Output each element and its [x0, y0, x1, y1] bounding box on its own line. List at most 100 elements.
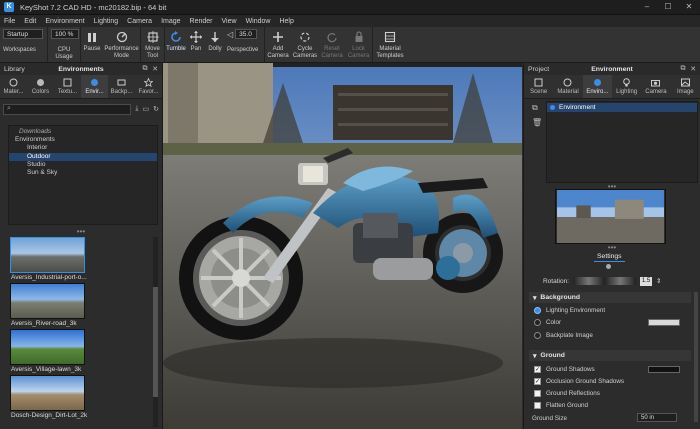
tab-textures[interactable]: Textu...	[54, 75, 81, 98]
tab-favorites[interactable]: Favor...	[135, 75, 162, 98]
close-panel-icon[interactable]: ✕	[152, 65, 158, 73]
trash-icon[interactable]: 🗑	[532, 118, 542, 127]
checkbox-ground-shadows[interactable]: ✓	[534, 365, 541, 373]
duplicate-icon[interactable]: ⧉	[532, 103, 538, 113]
radio-lighting-environment[interactable]	[534, 306, 541, 314]
tab-backplates[interactable]: Backp...	[108, 75, 135, 98]
pause-button[interactable]: Pause	[81, 27, 103, 62]
rotation-stepper-icon[interactable]: ⇕	[656, 277, 661, 285]
cycle-cameras-button[interactable]: Cycle Cameras	[291, 27, 319, 62]
menu-help[interactable]: Help	[279, 18, 293, 25]
cpu-usage-button[interactable]: CPU Usage	[51, 47, 77, 61]
radio-color[interactable]	[534, 318, 541, 326]
add-camera-icon	[271, 30, 285, 44]
tumble-button[interactable]: Tumble	[165, 27, 187, 62]
material-templates-button[interactable]: Material Templates	[373, 27, 407, 62]
tree-item-environments[interactable]: Environments	[9, 136, 157, 144]
import-icon[interactable]: ⤓	[135, 105, 138, 113]
pan-button[interactable]: Pan	[187, 27, 205, 62]
checkbox-occlusion-shadows[interactable]: ✓	[534, 377, 541, 385]
thumbnail-item[interactable]: Dosch-Design_Dirt-Lot_2k	[8, 375, 153, 421]
tab-colors[interactable]: Colors	[27, 75, 54, 98]
maximize-icon[interactable]: ☐	[659, 1, 677, 12]
workspaces-button[interactable]: Workspaces	[3, 47, 36, 54]
menu-render[interactable]: Render	[190, 18, 213, 25]
lighting-environment-option[interactable]: Lighting Environment	[534, 305, 605, 315]
close-icon[interactable]: ✕	[680, 1, 698, 12]
tab-camera[interactable]: Camera	[641, 75, 670, 98]
rotation-slider[interactable]	[573, 277, 636, 285]
thumbnail-item[interactable]: Aversis_River-road_3k	[8, 283, 153, 329]
thumbnail-scrollbar[interactable]	[153, 237, 158, 427]
flatten-ground-option[interactable]: Flatten Ground	[534, 400, 588, 410]
menu-image[interactable]: Image	[161, 18, 180, 25]
tab-scene[interactable]: Scene	[524, 75, 553, 98]
environment-preview[interactable]	[555, 189, 666, 244]
move-tool-button[interactable]: Move Tool	[141, 27, 165, 62]
thumbnail-item[interactable]: Aversis_Industrial-port-o...	[8, 237, 153, 283]
preview-slider-handle[interactable]	[606, 264, 611, 269]
tab-image[interactable]: Image	[671, 75, 700, 98]
project-section-title: Environment	[591, 65, 633, 73]
menu-edit[interactable]: Edit	[24, 18, 36, 25]
close-panel-icon[interactable]: ✕	[690, 65, 696, 73]
perspective-button[interactable]: Perspective	[227, 47, 258, 54]
tab-environment[interactable]: Enviro...	[582, 75, 612, 98]
ground-size-field[interactable]: 50 in	[637, 413, 677, 422]
scrollbar-thumb[interactable]	[153, 287, 158, 397]
reset-camera-button[interactable]: Reset Camera	[319, 27, 345, 62]
folder-icon[interactable]: ▭	[143, 105, 150, 113]
ground-section-header[interactable]: ▾ Ground	[529, 350, 691, 361]
lock-camera-button[interactable]: Lock Camera	[345, 27, 373, 62]
splitter-handle[interactable]: •••	[0, 228, 162, 236]
tree-item-outdoor[interactable]: Outdoor	[9, 152, 157, 161]
tree-item-interior[interactable]: Interior	[9, 144, 157, 152]
undock-icon[interactable]: ⧉	[142, 65, 147, 73]
render-viewport[interactable]	[163, 63, 522, 429]
ground-shadows-option[interactable]: ✓ Ground Shadows	[534, 364, 595, 374]
tab-lighting[interactable]: Lighting	[612, 75, 641, 98]
ground-reflections-option[interactable]: Ground Reflections	[534, 388, 600, 398]
menu-file[interactable]: File	[4, 18, 15, 25]
undock-icon[interactable]: ⧉	[680, 65, 685, 73]
tree-item-sun-sky[interactable]: Sun & Sky	[9, 169, 157, 177]
fov-field[interactable]: 35.0	[235, 29, 258, 39]
dolly-button[interactable]: Dolly	[205, 27, 225, 62]
tab-settings[interactable]: Settings	[594, 253, 625, 262]
cpu-usage-field[interactable]: 100 %	[51, 29, 79, 39]
tab-materials[interactable]: Mater...	[0, 75, 27, 98]
background-section-header[interactable]: ▾ Background	[529, 292, 691, 303]
refresh-icon[interactable]: ↻	[153, 105, 159, 113]
radio-backplate-image[interactable]	[534, 331, 541, 339]
perspective-group: ◁ 35.0 Perspective	[225, 27, 265, 62]
backplate-image-option[interactable]: Backplate Image	[534, 330, 593, 340]
splitter-handle[interactable]: •••	[524, 244, 700, 252]
tree-item-downloads[interactable]: Downloads	[9, 128, 157, 136]
shadow-color-swatch[interactable]	[648, 366, 680, 373]
workspace-select[interactable]: Startup	[3, 29, 43, 39]
tab-environments[interactable]: Envir...	[81, 75, 108, 98]
background-color-swatch[interactable]	[648, 319, 680, 326]
thumbnail-item[interactable]: Aversis_Village-lawn_3k	[8, 329, 153, 375]
menu-camera[interactable]: Camera	[127, 18, 152, 25]
settings-scrollbar[interactable]	[694, 292, 698, 422]
tab-material[interactable]: Material	[553, 75, 582, 98]
background-section-title: Background	[540, 294, 581, 301]
library-search-input[interactable]: ⌕	[3, 103, 132, 115]
performance-mode-button[interactable]: Performance Mode	[103, 27, 141, 62]
menu-lighting[interactable]: Lighting	[94, 18, 119, 25]
checkbox-ground-reflections[interactable]	[534, 389, 541, 397]
color-option[interactable]: Color	[534, 317, 561, 327]
checkbox-flatten-ground[interactable]	[534, 401, 541, 409]
occlusion-shadows-option[interactable]: ✓ Occlusion Ground Shadows	[534, 376, 624, 386]
minimize-icon[interactable]: –	[638, 1, 656, 12]
menu-view[interactable]: View	[222, 18, 237, 25]
tab-material-label: Material	[557, 89, 579, 95]
menu-window[interactable]: Window	[246, 18, 271, 25]
menu-environment[interactable]: Environment	[45, 18, 84, 25]
rotation-value[interactable]: 1.5	[640, 276, 652, 286]
tree-item-studio[interactable]: Studio	[9, 161, 157, 169]
add-camera-button[interactable]: Add Camera	[265, 27, 291, 62]
camera-icon	[651, 78, 661, 87]
environment-list-item[interactable]: Environment	[547, 103, 697, 112]
